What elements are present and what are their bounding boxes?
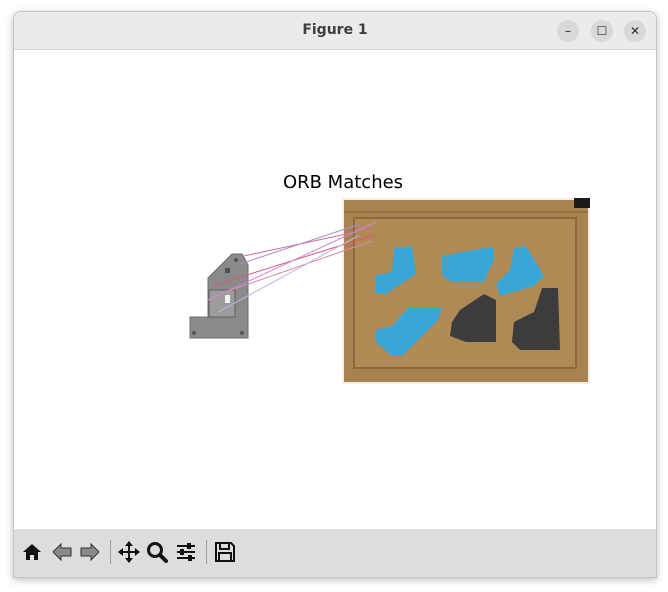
home-icon [23, 544, 41, 560]
zoom-button[interactable] [144, 539, 170, 565]
toolbar-separator [206, 540, 207, 564]
toolbar-separator [110, 540, 111, 564]
back-icon [52, 542, 72, 562]
query-image [189, 253, 249, 339]
forward-icon [80, 542, 100, 562]
figure-window: Figure 1 – ☐ ✕ ORB Matches [13, 11, 657, 578]
configure-subplots-icon [177, 543, 195, 561]
maximize-button[interactable]: ☐ [591, 20, 613, 42]
scene-image [342, 198, 590, 384]
save-button[interactable] [212, 539, 238, 565]
matches-image [189, 198, 590, 384]
plot-canvas[interactable] [14, 50, 656, 529]
navigation-toolbar [14, 529, 656, 577]
pan-icon [118, 541, 140, 563]
forward-button[interactable] [77, 539, 103, 565]
zoom-icon [147, 542, 168, 563]
configure-subplots-button[interactable] [173, 539, 199, 565]
home-button[interactable] [19, 539, 45, 565]
save-icon [215, 542, 235, 562]
back-button[interactable] [49, 539, 75, 565]
pan-button[interactable] [116, 539, 142, 565]
title-bar[interactable]: Figure 1 – ☐ ✕ [14, 12, 656, 50]
close-button[interactable]: ✕ [624, 20, 646, 42]
plot-title: ORB Matches [282, 172, 404, 193]
minimize-button[interactable]: – [557, 20, 579, 42]
